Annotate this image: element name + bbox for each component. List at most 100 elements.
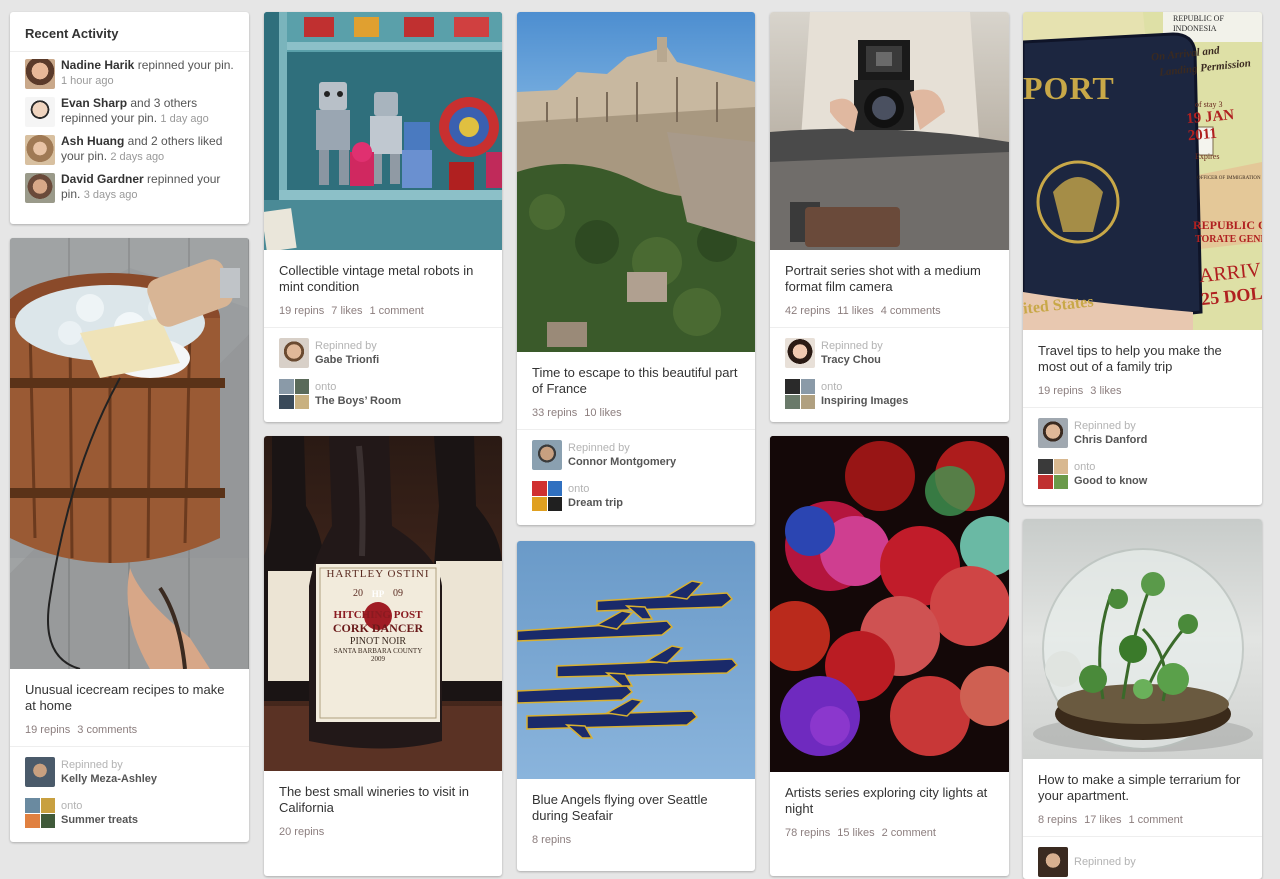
activity-user-name[interactable]: David Gardner — [61, 172, 144, 186]
avatar[interactable] — [25, 135, 55, 165]
pin-body: Travel tips to help you make the most ou… — [1023, 330, 1262, 407]
repinned-by-user[interactable]: Kelly Meza-Ashley — [61, 772, 157, 786]
avatar[interactable] — [25, 173, 55, 203]
robots-shelf-illustration — [264, 12, 502, 250]
passport-word: PORT — [1023, 70, 1115, 106]
activity-item[interactable]: Evan Sharp and 3 others repinned your pi… — [25, 96, 234, 127]
repinned-by-row[interactable]: Repinned by Tracy Chou — [785, 337, 994, 369]
onto-board-row[interactable]: onto Good to know — [1038, 458, 1247, 490]
repinned-by-user[interactable]: Connor Montgomery — [568, 455, 676, 469]
stamp-republic-k: REPUBLIC OF K — [1193, 218, 1262, 232]
repinned-by-row[interactable]: Repinned by Gabe Trionfi — [279, 337, 487, 369]
board-name[interactable]: Summer treats — [61, 813, 138, 827]
repinned-by-user[interactable]: Chris Danford — [1074, 433, 1147, 447]
repin-count: 19 repins — [25, 724, 71, 736]
activity-item[interactable]: Nadine Harik repinned your pin. 1 hour a… — [25, 58, 234, 89]
pin-description[interactable]: How to make a simple terrarium for your … — [1038, 772, 1247, 804]
pin-image-jets[interactable] — [517, 541, 755, 779]
comment-count: 1 comment — [1128, 814, 1183, 826]
label-logo: HP — [371, 589, 385, 599]
onto-board-row[interactable]: onto The Boys’ Room — [279, 378, 487, 410]
pin-description[interactable]: The best small wineries to visit in Cali… — [279, 784, 487, 816]
pin-card-france[interactable]: Time to escape to this beautiful part of… — [517, 12, 755, 525]
board-name[interactable]: Good to know — [1074, 474, 1147, 488]
board-name[interactable]: The Boys’ Room — [315, 394, 401, 408]
stamp-republic: REPUBLIC OF — [1173, 14, 1224, 23]
activity-item[interactable]: Ash Huang and 2 others liked your pin. 2… — [25, 134, 234, 165]
pin-stats: 20 repins — [279, 826, 487, 838]
stamp-date: 19 JAN 2011 — [1185, 107, 1235, 145]
pin-card-camera[interactable]: Portrait series shot with a medium forma… — [770, 12, 1009, 422]
avatar[interactable] — [25, 59, 55, 89]
pin-image-wine[interactable]: HARTLEY OSTINI 20 09 HP HITCHING POST COR… — [264, 436, 502, 771]
activity-item[interactable]: David Gardner repinned your pin. 3 days … — [25, 172, 234, 203]
pin-card-icecream[interactable]: Unusual icecream recipes to make at home… — [10, 238, 249, 842]
pin-description[interactable]: Time to escape to this beautiful part of… — [532, 365, 740, 397]
repinned-by-row[interactable]: Repinned by Chris Danford — [1038, 417, 1247, 449]
repinned-by-row[interactable]: Repinned by — [1038, 846, 1247, 878]
pin-description[interactable]: Artists series exploring city lights at … — [785, 785, 994, 817]
city-lights-bokeh-illustration — [770, 436, 1009, 772]
pin-description[interactable]: Collectible vintage metal robots in mint… — [279, 263, 487, 295]
repinned-by-label: Repinned by — [61, 759, 123, 771]
pin-description[interactable]: Portrait series shot with a medium forma… — [785, 263, 994, 295]
like-count: 17 likes — [1084, 814, 1122, 826]
activity-user-name[interactable]: Nadine Harik — [61, 58, 134, 72]
pin-image-icecream[interactable] — [10, 238, 249, 669]
avatar[interactable] — [25, 97, 55, 127]
avatar[interactable] — [279, 338, 309, 368]
pin-card-terrarium[interactable]: How to make a simple terrarium for your … — [1023, 519, 1262, 879]
pin-stats: 33 repins 10 likes — [532, 407, 740, 419]
recent-activity-card: Recent Activity Nadine Harik repinned yo… — [10, 12, 249, 224]
repinned-by-user[interactable]: Gabe Trionfi — [315, 353, 379, 367]
pin-card-jets[interactable]: Blue Angels flying over Seattle during S… — [517, 541, 755, 871]
label-line3: PINOT NOIR — [349, 636, 407, 647]
comment-count: 1 comment — [369, 305, 424, 317]
pin-card-bokeh[interactable]: Artists series exploring city lights at … — [770, 436, 1009, 876]
board-thumbnail[interactable] — [532, 481, 562, 511]
pin-description[interactable]: Travel tips to help you make the most ou… — [1038, 343, 1247, 375]
comment-count: 4 comments — [880, 305, 941, 317]
repinned-by-row[interactable]: Repinned by Kelly Meza-Ashley — [25, 756, 234, 788]
onto-board-row[interactable]: onto Dream trip — [532, 480, 740, 512]
board-name[interactable]: Inspiring Images — [821, 394, 908, 408]
repin-count: 78 repins — [785, 827, 831, 839]
pin-image-terrarium[interactable] — [1023, 519, 1262, 759]
onto-label: onto — [821, 381, 843, 393]
pin-body: Time to escape to this beautiful part of… — [517, 352, 755, 429]
avatar[interactable] — [1038, 418, 1068, 448]
avatar[interactable] — [785, 338, 815, 368]
pin-attribution: Repinned by Chris Danford onto Good to kno… — [1023, 407, 1262, 490]
board-name[interactable]: Dream trip — [568, 496, 623, 510]
onto-board-row[interactable]: onto Summer treats — [25, 797, 234, 829]
pin-card-wine[interactable]: HARTLEY OSTINI 20 09 HP HITCHING POST COR… — [264, 436, 502, 876]
avatar[interactable] — [25, 757, 55, 787]
pin-card-passport[interactable]: PORT REPUBLIC OF INDONESIA On Arrival an… — [1023, 12, 1262, 505]
board-thumbnail[interactable] — [279, 379, 309, 409]
pin-description[interactable]: Unusual icecream recipes to make at home — [25, 682, 234, 714]
icecream-bucket-illustration — [10, 238, 249, 669]
pin-image-passport[interactable]: PORT REPUBLIC OF INDONESIA On Arrival an… — [1023, 12, 1262, 330]
activity-user-name[interactable]: Evan Sharp — [61, 96, 127, 110]
pin-image-france[interactable] — [517, 12, 755, 352]
pin-card-robots[interactable]: Collectible vintage metal robots in mint… — [264, 12, 502, 422]
onto-board-row[interactable]: onto Inspiring Images — [785, 378, 994, 410]
film-camera-illustration — [770, 12, 1009, 250]
pin-image-robots[interactable] — [264, 12, 502, 250]
avatar[interactable] — [1038, 847, 1068, 877]
repinned-by-row[interactable]: Repinned by Connor Montgomery — [532, 439, 740, 471]
board-thumbnail[interactable] — [785, 379, 815, 409]
avatar[interactable] — [532, 440, 562, 470]
activity-user-name[interactable]: Ash Huang — [61, 134, 124, 148]
repin-count: 19 repins — [1038, 385, 1084, 397]
repinned-by-user[interactable]: Tracy Chou — [821, 353, 883, 367]
pin-image-camera[interactable] — [770, 12, 1009, 250]
onto-text: onto Dream trip — [568, 482, 623, 510]
activity-time: 1 hour ago — [61, 75, 114, 87]
repin-count: 42 repins — [785, 305, 831, 317]
pin-stats: 19 repins 3 comments — [25, 724, 234, 736]
pin-image-bokeh[interactable] — [770, 436, 1009, 772]
board-thumbnail[interactable] — [1038, 459, 1068, 489]
pin-description[interactable]: Blue Angels flying over Seattle during S… — [532, 792, 740, 824]
board-thumbnail[interactable] — [25, 798, 55, 828]
